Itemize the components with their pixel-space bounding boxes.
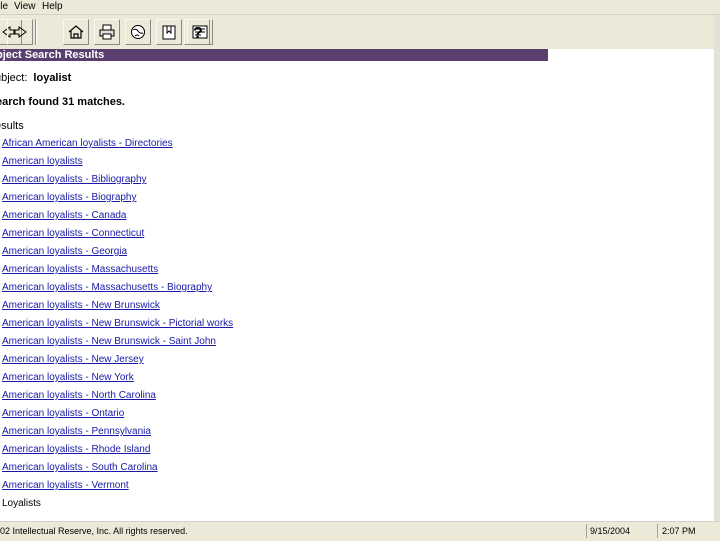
- subject-label: ubject:: [0, 72, 28, 84]
- match-count: earch found 31 matches.: [0, 96, 125, 108]
- result-link[interactable]: American loyalists - New Brunswick: [2, 300, 160, 311]
- globe-icon: [131, 25, 145, 39]
- status-time: 2:07 PM: [657, 524, 720, 538]
- result-link[interactable]: American loyalists - Pennsylvania: [2, 426, 151, 437]
- menu-view[interactable]: View: [14, 1, 36, 12]
- result-link[interactable]: American loyalists - Rhode Island: [2, 444, 150, 455]
- list-item: American loyalists - Pennsylvania: [2, 426, 233, 444]
- result-text: Loyalists: [2, 498, 41, 509]
- print-button[interactable]: [94, 19, 120, 45]
- list-item: American loyalists - Canada: [2, 210, 233, 228]
- home-icon: [68, 25, 84, 39]
- result-link[interactable]: American loyalists - New Brunswick - Sai…: [2, 336, 216, 347]
- list-item: African American loyalists - Directories: [2, 138, 233, 156]
- list-item: American loyalists - North Carolina: [2, 390, 233, 408]
- list-item: American loyalists - Rhode Island: [2, 444, 233, 462]
- result-link[interactable]: American loyalists - Canada: [2, 210, 127, 221]
- results-list: African American loyalists - Directories…: [2, 138, 233, 516]
- list-item: American loyalists - Massachusetts - Bio…: [2, 282, 233, 300]
- status-copyright: 02 Intellectual Reserve, Inc. All rights…: [0, 526, 188, 536]
- forward-arrow-icon: [13, 26, 27, 38]
- list-item: American loyalists - Vermont: [2, 480, 233, 498]
- result-link[interactable]: American loyalists - Biography: [2, 192, 137, 203]
- print-icon: [99, 24, 115, 40]
- results-label: esults: [0, 120, 24, 132]
- menu-help[interactable]: Help: [42, 1, 63, 12]
- result-link[interactable]: American loyalists - Vermont: [2, 480, 129, 491]
- list-item: American loyalists - New York: [2, 372, 233, 390]
- result-link[interactable]: American loyalists - South Carolina: [2, 462, 158, 473]
- result-link[interactable]: African American loyalists - Directories: [2, 138, 173, 149]
- toolbar: ?: [0, 15, 720, 49]
- list-item: American loyalists - New Brunswick: [2, 300, 233, 318]
- forward-button[interactable]: [7, 19, 33, 45]
- list-item: American loyalists - New Jersey: [2, 354, 233, 372]
- svg-text:?: ?: [193, 25, 203, 41]
- result-link[interactable]: American loyalists - Georgia: [2, 246, 127, 257]
- subject-line: ubject: loyalist: [0, 72, 71, 84]
- list-item: American loyalists - Georgia: [2, 246, 233, 264]
- result-link[interactable]: American loyalists - New Jersey: [2, 354, 144, 365]
- globe-button[interactable]: [125, 19, 151, 45]
- subject-value: loyalist: [33, 72, 72, 84]
- list-item: American loyalists - Connecticut: [2, 228, 233, 246]
- list-item: American loyalists - New Brunswick - Pic…: [2, 318, 233, 336]
- result-link[interactable]: American loyalists - New York: [2, 372, 134, 383]
- result-link[interactable]: American loyalists - Connecticut: [2, 228, 144, 239]
- result-link[interactable]: American loyalists: [2, 156, 83, 167]
- page-title: bject Search Results: [0, 49, 105, 61]
- result-link[interactable]: American loyalists - Massachusetts: [2, 264, 158, 275]
- result-link[interactable]: American loyalists - North Carolina: [2, 390, 156, 401]
- result-link[interactable]: American loyalists - Massachusetts - Bio…: [2, 282, 212, 293]
- list-item: American loyalists - South Carolina: [2, 462, 233, 480]
- list-item: Loyalists: [2, 498, 233, 516]
- list-item: American loyalists - Ontario: [2, 408, 233, 426]
- page-title-bar: bject Search Results: [0, 49, 548, 61]
- status-bar: 02 Intellectual Reserve, Inc. All rights…: [0, 521, 720, 541]
- help-icon: ?: [193, 25, 203, 41]
- result-link[interactable]: American loyalists - Bibliography: [2, 174, 147, 185]
- bookmark-button[interactable]: [156, 19, 182, 45]
- help-button[interactable]: ?: [184, 19, 210, 45]
- list-item: American loyalists: [2, 156, 233, 174]
- home-button[interactable]: [63, 19, 89, 45]
- toolbar-separator: [35, 19, 37, 45]
- status-date: 9/15/2004: [586, 524, 656, 538]
- menu-file[interactable]: ile: [0, 1, 8, 12]
- bookmark-icon: [162, 25, 176, 40]
- menu-bar: ile View Help: [0, 0, 720, 15]
- result-link[interactable]: American loyalists - New Brunswick - Pic…: [2, 318, 233, 329]
- list-item: American loyalists - Biography: [2, 192, 233, 210]
- list-item: American loyalists - Bibliography: [2, 174, 233, 192]
- list-item: American loyalists - Massachusetts: [2, 264, 233, 282]
- result-link[interactable]: American loyalists - Ontario: [2, 408, 124, 419]
- main-content: ubject:loyalist earch found 31 matches. …: [0, 62, 720, 520]
- list-item: American loyalists - New Brunswick - Sai…: [2, 336, 233, 354]
